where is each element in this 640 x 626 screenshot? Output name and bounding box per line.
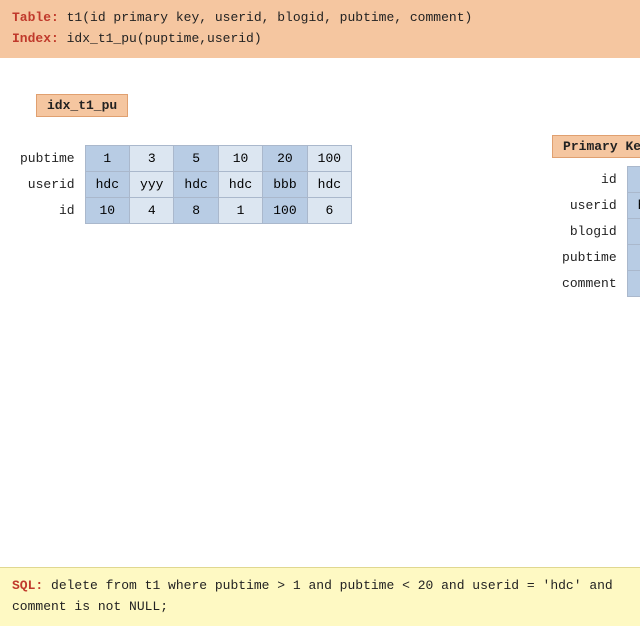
main-content: pubtime1351020100useridhdcyyyhdchdcbbbhd… (0, 135, 640, 297)
pk-cell: 1 (627, 166, 640, 192)
sql-label: SQL: (12, 578, 43, 593)
pk-table-row: useridhdcyyyhdchdchdcbbb (552, 192, 640, 218)
index-value: idx_t1_pu(puptime,userid) (67, 31, 262, 46)
index-cell: 4 (130, 197, 174, 223)
index-cell: 10 (218, 145, 262, 171)
pk-cell: hdc (627, 192, 640, 218)
table-definition: Table: t1(id primary key, userid, blogid… (12, 8, 628, 29)
index-cell: 6 (307, 197, 351, 223)
index-cell: 20 (263, 145, 307, 171)
index-table-section: pubtime1351020100useridhdcyyyhdchdcbbbhd… (10, 145, 352, 224)
sql-footer: SQL: delete from t1 where pubtime > 1 an… (0, 567, 640, 626)
index-cell: hdc (174, 171, 218, 197)
pk-row-label: userid (552, 192, 627, 218)
pk-table: id146810100useridhdcyyyhdchdchdcbbbblogi… (552, 166, 640, 297)
pk-table-row: pubtime1031005120 (552, 244, 640, 270)
pk-badge: Primary Key (552, 135, 640, 158)
pk-badge-container: Primary Key (552, 135, 640, 166)
index-cell: 10 (85, 197, 129, 223)
table-value: t1(id primary key, userid, blogid, pubti… (67, 10, 473, 25)
index-cell: 8 (174, 197, 218, 223)
index-badge-container: idx_t1_pu (18, 76, 640, 127)
index-row-label: pubtime (10, 145, 85, 171)
index-cell: 100 (307, 145, 351, 171)
index-badge: idx_t1_pu (36, 94, 128, 117)
pk-table-row: id146810100 (552, 166, 640, 192)
sql-text: delete from t1 where pubtime > 1 and pub… (12, 578, 613, 614)
table-label: Table: (12, 10, 59, 25)
index-cell: 100 (263, 197, 307, 223)
index-row-label: id (10, 197, 85, 223)
index-cell: hdc (218, 171, 262, 197)
index-cell: 1 (218, 197, 262, 223)
index-table-row: pubtime1351020100 (10, 145, 352, 171)
pk-cell (627, 270, 640, 296)
pk-cell: 10 (627, 244, 640, 270)
index-cell: bbb (263, 171, 307, 197)
pk-row-label: pubtime (552, 244, 627, 270)
index-cell: 1 (85, 145, 129, 171)
index-table-row: id104811006 (10, 197, 352, 223)
pk-table-row: blogidabcdef (552, 218, 640, 244)
pk-row-label: id (552, 166, 627, 192)
index-cell: 5 (174, 145, 218, 171)
pk-row-label: comment (552, 270, 627, 296)
index-row-label: userid (10, 171, 85, 197)
index-table-row: useridhdcyyyhdchdcbbbhdc (10, 171, 352, 197)
index-cell: 3 (130, 145, 174, 171)
index-cell: yyy (130, 171, 174, 197)
index-label: Index: (12, 31, 59, 46)
pk-cell: a (627, 218, 640, 244)
index-cell: hdc (307, 171, 351, 197)
index-cell: hdc (85, 171, 129, 197)
index-definition: Index: idx_t1_pu(puptime,userid) (12, 29, 628, 50)
pk-table-row: commentgood (552, 270, 640, 296)
pk-row-label: blogid (552, 218, 627, 244)
header-box: Table: t1(id primary key, userid, blogid… (0, 0, 640, 58)
pk-section: Primary Key id146810100useridhdcyyyhdchd… (552, 135, 640, 297)
index-table: pubtime1351020100useridhdcyyyhdchdcbbbhd… (10, 145, 352, 224)
